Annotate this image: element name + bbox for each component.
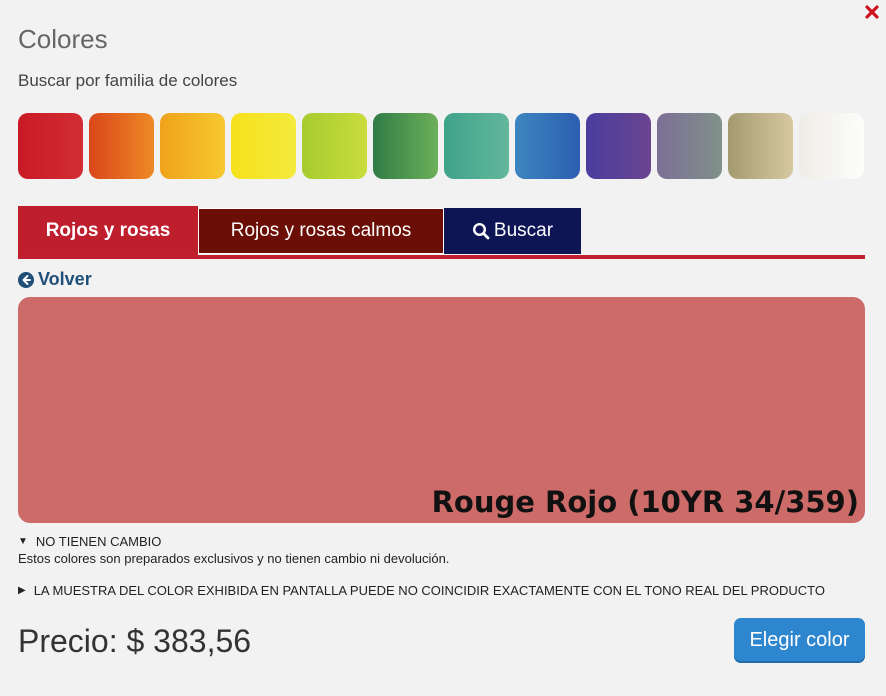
swatch-grises[interactable] [657,113,722,179]
swatch-blancos[interactable] [799,113,864,179]
price-label: Precio: $ 383,56 [18,623,252,659]
swatch-amarillos[interactable] [231,113,296,179]
tab-bar: Rojos y rosas Rojos y rosas calmos Busca… [18,206,865,259]
no-change-note: ▼ NO TIENEN CAMBIO Estos colores son pre… [18,534,449,566]
swatch-verdes[interactable] [373,113,438,179]
arrow-left-circle-icon [18,271,34,288]
close-icon [865,5,879,19]
tab-buscar[interactable]: Buscar [444,208,581,254]
disclaimer-toggle[interactable]: ▶ LA MUESTRA DEL COLOR EXHIBIDA EN PANTA… [18,583,825,598]
back-label: Volver [38,269,92,289]
swatch-verdes-azulados[interactable] [444,113,509,179]
tab-label: Rojos y rosas [45,219,171,241]
close-button[interactable] [864,4,880,20]
dialog-title: Colores [18,24,108,54]
swatch-verdes-lima[interactable] [302,113,367,179]
disclaimer-text: LA MUESTRA DEL COLOR EXHIBIDA EN PANTALL… [33,583,825,598]
family-subtitle: Buscar por familia de colores [18,71,238,90]
swatch-amarillos-oscuros[interactable] [160,113,225,179]
tab-label: Buscar [493,220,554,241]
back-link[interactable]: Volver [18,269,92,290]
no-change-title: NO TIENEN CAMBIO [35,534,162,549]
swatch-azules[interactable] [515,113,580,179]
tab-rojos-y-rosas[interactable]: Rojos y rosas [18,206,198,255]
tab-label: Rojos y rosas calmos [230,220,412,241]
swatch-neutros[interactable] [728,113,793,179]
swatch-rojos[interactable] [18,113,83,179]
caret-down-icon: ▼ [18,536,28,547]
caret-right-icon: ▶ [18,585,26,596]
no-change-toggle[interactable]: ▼ NO TIENEN CAMBIO [18,534,449,549]
choose-color-button[interactable]: Elegir color [734,618,865,663]
swatch-violetas[interactable] [586,113,651,179]
swatch-naranjas[interactable] [89,113,154,179]
tab-rojos-y-rosas-calmos[interactable]: Rojos y rosas calmos [198,208,444,254]
color-preview: Rouge Rojo (10YR 34/359) [18,297,865,523]
color-name: Rouge Rojo (10YR 34/359) [431,485,859,519]
no-change-body: Estos colores son preparados exclusivos … [18,551,450,566]
color-family-swatches [18,113,864,179]
search-icon [472,222,490,240]
